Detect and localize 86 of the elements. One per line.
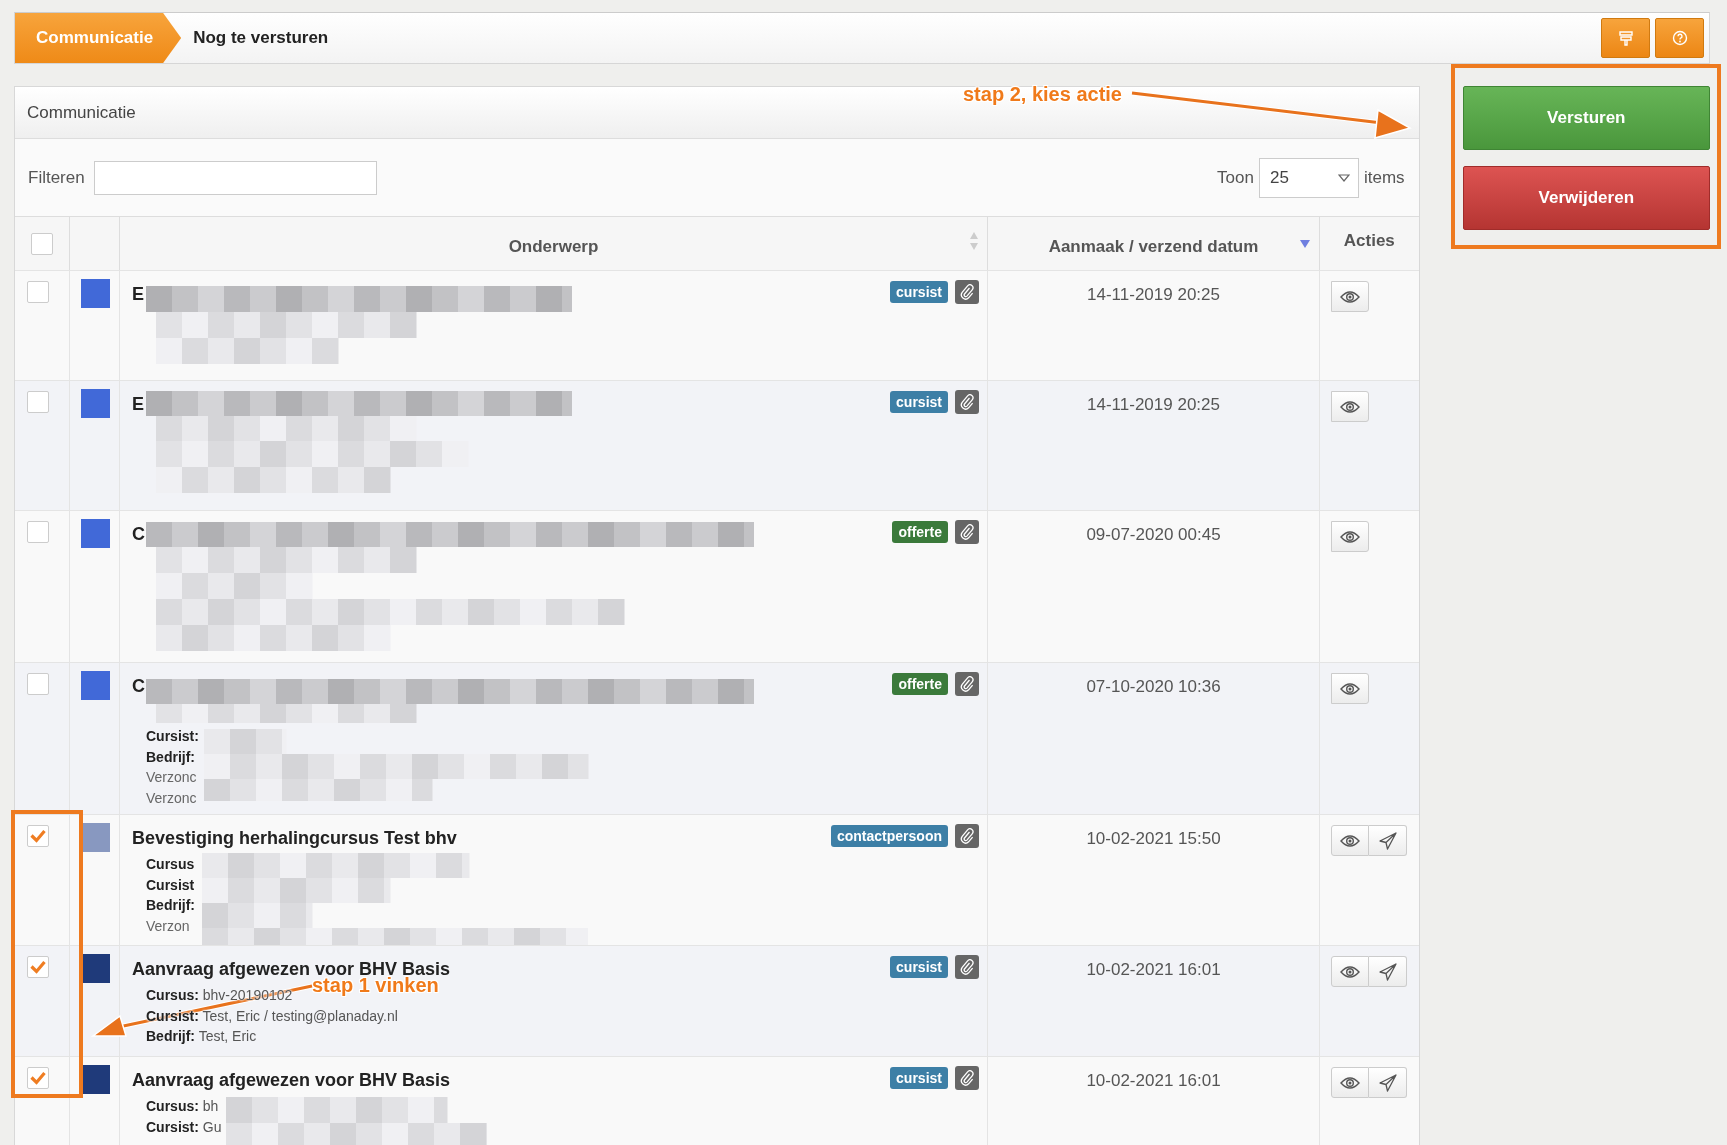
- caret-icon: [1337, 173, 1350, 182]
- paperclip-icon: [960, 959, 974, 975]
- callout-text: stap 2, kies actie: [963, 83, 1122, 106]
- detail-line: Verzonc: [146, 788, 197, 808]
- date-text: 07-10-2020 10:36: [1086, 677, 1221, 696]
- date-text: 10-02-2021 15:50: [1086, 829, 1221, 848]
- detail-line: Cursus: [146, 855, 195, 874]
- detail-line: Cursist: Gu: [146, 1117, 222, 1137]
- row-checkbox[interactable]: [27, 673, 49, 695]
- paperclip-icon: [960, 828, 974, 844]
- paperclip-icon: [960, 394, 974, 410]
- eye-icon: [1340, 964, 1360, 979]
- message-subject: Aanvraag afgewezen voor BHV Basis: [132, 1070, 451, 1090]
- view-button[interactable]: [1331, 825, 1369, 856]
- filter-field[interactable]: [93, 160, 377, 195]
- eye-icon: [1340, 289, 1360, 304]
- detail-line: Cursist: [146, 875, 195, 895]
- date-text: 14-11-2019 20:25: [1087, 285, 1220, 304]
- sort-descending-icon[interactable]: [1299, 239, 1311, 249]
- row-checkbox[interactable]: [27, 281, 49, 303]
- paperclip-icon: [960, 1070, 974, 1086]
- delete-button[interactable]: Verwijderen: [1462, 166, 1710, 230]
- paper-plane-icon: [1378, 831, 1397, 850]
- row-checkbox[interactable]: [27, 391, 49, 413]
- page-size-label: Toon: [1217, 167, 1254, 188]
- recipient-tag: cursist: [890, 391, 948, 413]
- paperclip-icon: [960, 284, 974, 300]
- date-text: 09-07-2020 00:45: [1086, 525, 1221, 544]
- eye-icon: [1340, 1075, 1360, 1090]
- send-button[interactable]: [1369, 1067, 1407, 1098]
- eye-icon: [1340, 399, 1360, 414]
- row-checkbox[interactable]: [27, 1067, 49, 1089]
- message-subject: E: [132, 284, 144, 304]
- date-text: 14-11-2019 20:25: [1087, 395, 1220, 414]
- help-button[interactable]: [1655, 18, 1704, 58]
- paperclip-icon: [960, 676, 974, 692]
- date-text: 10-02-2021 16:01: [1086, 960, 1221, 979]
- detail-line: Cursist:: [146, 727, 199, 746]
- message-subject: C: [132, 524, 145, 544]
- row-checkbox[interactable]: [27, 956, 49, 978]
- paperclip-icon: [960, 524, 974, 540]
- filter-label: Filteren: [28, 167, 85, 188]
- column-header: Acties: [1343, 230, 1395, 251]
- breadcrumb-item[interactable]: Nog te versturen: [181, 13, 341, 63]
- column-header[interactable]: Aanmaak / verzend datum: [1048, 230, 1259, 257]
- detail-line: Bedrijf: Test, Eric: [146, 1027, 257, 1046]
- view-button[interactable]: [1331, 281, 1369, 312]
- detail-line: Verzonc: [146, 768, 197, 787]
- detail-line: Cursus: bh: [146, 1097, 219, 1116]
- message-subject: E: [132, 394, 144, 414]
- detail-line: Bedrijf:: [146, 896, 195, 915]
- message-subject: Bevestiging herhalingcursus Test bhv: [132, 828, 457, 848]
- recipient-tag: cursist: [890, 956, 948, 978]
- view-button[interactable]: [1331, 521, 1369, 552]
- paper-plane-icon: [1378, 1073, 1397, 1092]
- filter-icon: [1617, 30, 1634, 46]
- callout-text: stap 1 vinken: [312, 974, 439, 997]
- send-button[interactable]: [1369, 825, 1407, 856]
- sort-icon[interactable]: [969, 231, 979, 251]
- recipient-tag: offerte: [892, 521, 948, 543]
- view-button[interactable]: [1331, 1067, 1369, 1098]
- recipient-tag: offerte: [892, 673, 948, 695]
- recipient-tag: cursist: [890, 1067, 948, 1089]
- eye-icon: [1340, 529, 1360, 544]
- column-header[interactable]: Onderwerp: [508, 230, 599, 257]
- view-button[interactable]: [1331, 956, 1369, 987]
- help-icon: [1671, 30, 1688, 46]
- message-subject: C: [132, 676, 145, 696]
- eye-icon: [1340, 833, 1360, 848]
- row-checkbox[interactable]: [27, 521, 49, 543]
- eye-icon: [1340, 681, 1360, 696]
- panel-title: Communicatie: [27, 102, 136, 123]
- detail-line: Bedrijf:: [146, 747, 195, 767]
- view-button[interactable]: [1331, 391, 1369, 422]
- recipient-tag: cursist: [890, 281, 948, 303]
- filter-button[interactable]: [1601, 18, 1650, 58]
- page-size-suffix: items: [1363, 167, 1405, 188]
- row-checkbox[interactable]: [27, 825, 49, 847]
- recipient-tag: contactpersoon: [831, 825, 948, 847]
- paper-plane-icon: [1378, 962, 1397, 981]
- send-button[interactable]: [1369, 956, 1407, 987]
- detail-line: Verzon: [146, 916, 190, 936]
- select-all-checkbox[interactable]: [31, 232, 53, 255]
- date-text: 10-02-2021 16:01: [1086, 1071, 1221, 1090]
- view-button[interactable]: [1331, 673, 1369, 704]
- page-size-select[interactable]: 25: [1258, 157, 1359, 198]
